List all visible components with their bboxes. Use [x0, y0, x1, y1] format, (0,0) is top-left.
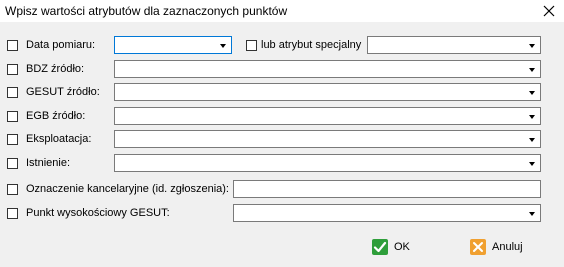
chevron-down-icon [220, 44, 226, 48]
egb-select[interactable] [114, 107, 541, 125]
istnienie-select[interactable] [114, 154, 541, 172]
eksploatacja-select[interactable] [114, 130, 541, 148]
chevron-down-icon [529, 162, 535, 166]
data-pomiaru-checkbox[interactable] [7, 40, 18, 51]
eksploatacja-label: Eksploatacja: [26, 133, 92, 145]
bdz-checkbox[interactable] [7, 64, 18, 75]
gesut-select[interactable] [114, 83, 541, 101]
chevron-down-icon [529, 44, 535, 48]
oznaczenie-label: Oznaczenie kancelaryjne (id. zgłoszenia)… [26, 183, 229, 195]
oznaczenie-checkbox[interactable] [7, 184, 18, 195]
gesut-label: GESUT źródło: [26, 86, 100, 98]
data-pomiaru-select[interactable] [114, 36, 232, 54]
chevron-down-icon [529, 115, 535, 119]
egb-checkbox[interactable] [7, 111, 18, 122]
punkt-checkbox[interactable] [7, 208, 18, 219]
lub-atrybut-select[interactable] [367, 36, 541, 54]
row-oznaczenie: Oznaczenie kancelaryjne (id. zgłoszenia)… [0, 180, 564, 200]
chevron-down-icon [529, 212, 535, 216]
bdz-label: BDZ źródło: [26, 63, 85, 75]
data-pomiaru-label: Data pomiaru: [26, 39, 96, 51]
close-button[interactable] [534, 0, 564, 22]
row-data-pomiaru: Data pomiaru: lub atrybut specjalny [0, 36, 564, 56]
cancel-label: Anuluj [492, 241, 523, 253]
row-gesut: GESUT źródło: [0, 83, 564, 103]
istnienie-label: Istnienie: [26, 157, 71, 169]
row-egb: EGB źródło: [0, 107, 564, 127]
ok-button[interactable]: OK [372, 236, 410, 258]
istnienie-checkbox[interactable] [7, 158, 18, 169]
chevron-down-icon [529, 138, 535, 142]
bdz-select[interactable] [114, 60, 541, 78]
oznaczenie-input[interactable] [233, 180, 541, 198]
x-icon [470, 239, 486, 255]
eksploatacja-checkbox[interactable] [7, 134, 18, 145]
row-istnienie: Istnienie: [0, 154, 564, 174]
lub-atrybut-label: lub atrybut specjalny [261, 39, 362, 51]
punkt-label: Punkt wysokościowy GESUT: [26, 207, 170, 219]
close-icon [543, 5, 555, 17]
gesut-checkbox[interactable] [7, 87, 18, 98]
title-bar: Wpisz wartości atrybutów dla zaznaczonyc… [0, 0, 564, 22]
chevron-down-icon [529, 68, 535, 72]
check-icon [372, 239, 388, 255]
window-title: Wpisz wartości atrybutów dla zaznaczonyc… [5, 4, 288, 18]
row-punkt: Punkt wysokościowy GESUT: [0, 204, 564, 224]
row-eksploatacja: Eksploatacja: [0, 130, 564, 150]
cancel-button[interactable]: Anuluj [470, 236, 523, 258]
punkt-select[interactable] [233, 204, 541, 222]
chevron-down-icon [529, 91, 535, 95]
lub-atrybut-checkbox[interactable] [246, 40, 257, 51]
row-bdz: BDZ źródło: [0, 60, 564, 80]
egb-label: EGB źródło: [26, 110, 86, 122]
ok-label: OK [394, 241, 410, 253]
